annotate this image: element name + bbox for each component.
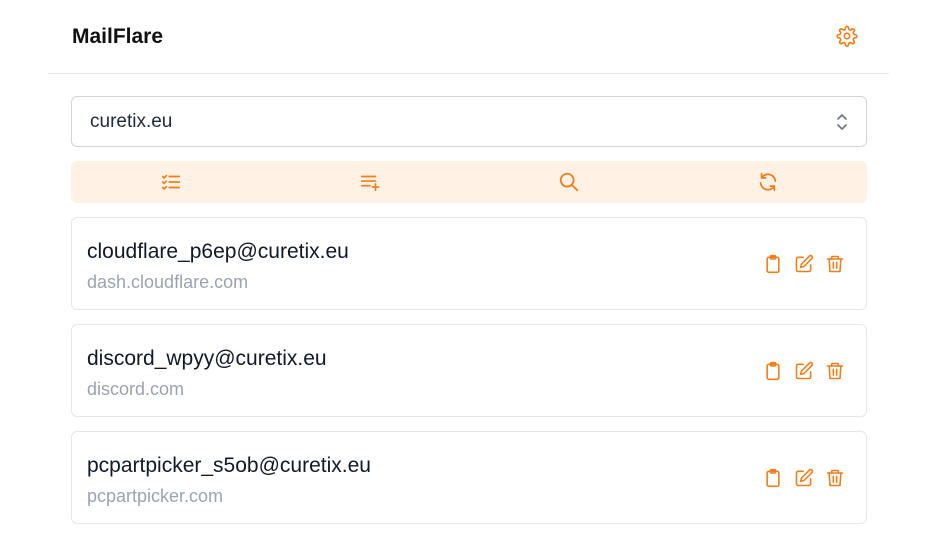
search-icon <box>558 171 580 193</box>
edit-icon <box>794 468 814 488</box>
toolbar <box>71 161 867 203</box>
email-card[interactable]: discord_wpyy@curetix.eu discord.com <box>71 324 867 417</box>
trash-icon <box>825 468 845 488</box>
domain-select-value: curetix.eu <box>90 111 173 132</box>
email-card-actions <box>762 253 846 275</box>
copy-button[interactable] <box>762 253 784 275</box>
email-list: cloudflare_p6ep@curetix.eu dash.cloudfla… <box>71 217 867 533</box>
select-list-button[interactable] <box>71 161 270 203</box>
chevron-up-down-icon <box>834 111 850 133</box>
copy-button[interactable] <box>762 467 784 489</box>
gear-icon <box>836 25 858 47</box>
list-plus-icon <box>359 171 381 193</box>
delete-button[interactable] <box>824 467 846 489</box>
delete-button[interactable] <box>824 360 846 382</box>
delete-button[interactable] <box>824 253 846 275</box>
checklist-icon <box>160 171 182 193</box>
email-site: pcpartpicker.com <box>87 486 224 506</box>
email-card-actions <box>762 467 846 489</box>
refresh-icon <box>757 171 779 193</box>
copy-button[interactable] <box>762 360 784 382</box>
add-email-button[interactable] <box>270 161 469 203</box>
email-card[interactable]: pcpartpicker_s5ob@curetix.eu pcpartpicke… <box>71 431 867 524</box>
app-window: MailFlare curetix.eu cloudflare_p6ep@cur… <box>0 0 947 533</box>
clipboard-icon <box>763 468 783 488</box>
app-title: MailFlare <box>72 25 164 48</box>
header: MailFlare <box>48 0 889 74</box>
email-address: pcpartpicker_s5ob@curetix.eu <box>87 454 371 477</box>
edit-button[interactable] <box>793 467 815 489</box>
edit-icon <box>794 254 814 274</box>
clipboard-icon <box>763 361 783 381</box>
settings-button[interactable] <box>835 24 859 48</box>
edit-icon <box>794 361 814 381</box>
search-button[interactable] <box>469 161 668 203</box>
clipboard-icon <box>763 254 783 274</box>
domain-select[interactable]: curetix.eu <box>71 96 867 147</box>
refresh-button[interactable] <box>668 161 867 203</box>
trash-icon <box>825 254 845 274</box>
email-site: dash.cloudflare.com <box>87 272 249 292</box>
email-card-actions <box>762 360 846 382</box>
trash-icon <box>825 361 845 381</box>
email-address: cloudflare_p6ep@curetix.eu <box>87 240 349 263</box>
email-site: discord.com <box>87 379 185 399</box>
email-card[interactable]: cloudflare_p6ep@curetix.eu dash.cloudfla… <box>71 217 867 310</box>
edit-button[interactable] <box>793 360 815 382</box>
email-address: discord_wpyy@curetix.eu <box>87 347 327 370</box>
edit-button[interactable] <box>793 253 815 275</box>
